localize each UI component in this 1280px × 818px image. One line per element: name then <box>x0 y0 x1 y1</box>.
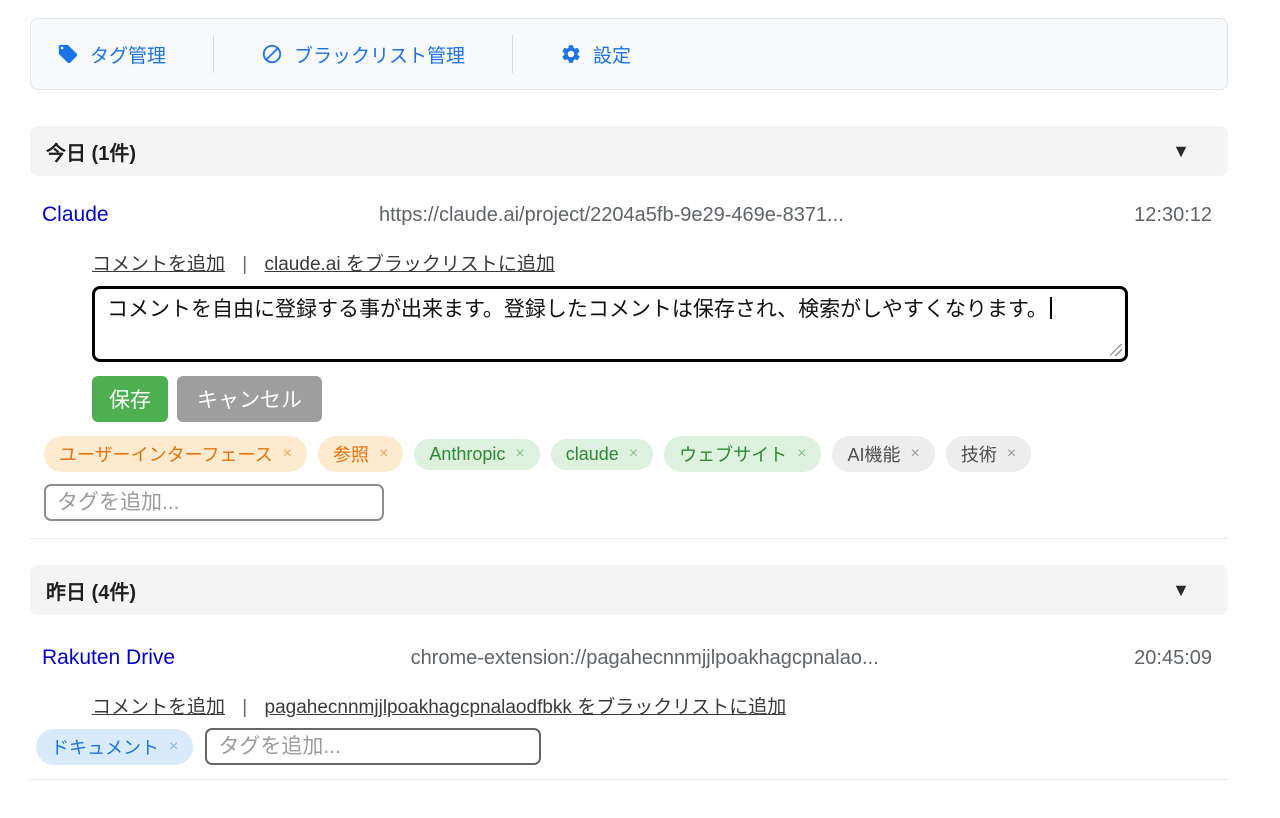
link-separator: | <box>242 697 247 718</box>
tag-label: Anthropic <box>429 444 505 465</box>
entry-time: 12:30:12 <box>1134 204 1212 227</box>
tag-label: AI機能 <box>847 441 900 467</box>
tag-label: ウェブサイト <box>679 441 787 467</box>
toolbar-item-tag-manage[interactable]: タグ管理 <box>57 41 166 68</box>
cancel-button[interactable]: キャンセル <box>177 376 322 422</box>
bottom-divider <box>30 779 1228 780</box>
history-entry-rakuten-drive: Rakuten Drive chrome-extension://pagahec… <box>30 646 1228 765</box>
entry-row: Rakuten Drive chrome-extension://pagahec… <box>42 646 1212 670</box>
tag-list: ドキュメント × <box>36 728 1228 765</box>
toolbar-divider <box>512 35 513 73</box>
comment-textarea[interactable]: コメントを自由に登録する事が出来ます。登録したコメントは保存され、検索がしやすく… <box>92 286 1128 362</box>
history-entry-claude: Claude https://claude.ai/project/2204a5f… <box>30 203 1228 521</box>
toolbar-tag-manage-label: タグ管理 <box>90 41 166 68</box>
section-header-yesterday[interactable]: 昨日 (4件) ▼ <box>30 565 1228 615</box>
add-tag-input[interactable] <box>205 728 541 765</box>
entry-actions: コメントを追加 | claude.ai をブラックリストに追加 <box>92 249 1228 276</box>
link-separator: | <box>242 254 247 275</box>
entry-title-link[interactable]: Claude <box>42 203 109 227</box>
entry-url: https://claude.ai/project/2204a5fb-9e29-… <box>109 204 1115 227</box>
gear-icon <box>560 43 582 65</box>
section-divider <box>30 538 1228 539</box>
comment-editor-buttons: 保存 キャンセル <box>92 376 1228 422</box>
toolbar: タグ管理 ブラックリスト管理 設定 <box>30 18 1228 90</box>
collapse-icon[interactable]: ▼ <box>1172 141 1190 162</box>
add-comment-link[interactable]: コメントを追加 <box>92 697 225 718</box>
tag-pill: ウェブサイト × <box>664 436 821 472</box>
add-tag-input[interactable] <box>44 484 384 521</box>
comment-text: コメントを自由に登録する事が出来ます。登録したコメントは保存され、検索がしやすく… <box>107 298 1048 321</box>
tag-list: ユーザーインターフェース × 参照 × Anthropic × claude × ウェブ… <box>44 436 1228 472</box>
tag-pill: 参照 × <box>318 436 403 472</box>
toolbar-divider <box>213 35 214 73</box>
tag-pill: claude × <box>551 439 653 470</box>
tag-remove-icon[interactable]: × <box>629 445 638 463</box>
section-title: 今日 (1件) <box>46 137 136 166</box>
tag-label: ドキュメント <box>51 734 159 760</box>
tag-pill: ドキュメント × <box>36 729 193 765</box>
tag-label: 参照 <box>333 441 369 467</box>
tag-icon <box>57 43 79 65</box>
tag-remove-icon[interactable]: × <box>911 445 920 463</box>
tag-remove-icon[interactable]: × <box>379 445 388 463</box>
add-to-blacklist-link[interactable]: claude.ai をブラックリストに追加 <box>265 254 555 275</box>
entry-actions: コメントを追加 | pagahecnnmjjlpoakhagcpnalaodfb… <box>92 692 1228 719</box>
tag-remove-icon[interactable]: × <box>283 445 292 463</box>
text-caret <box>1050 297 1052 319</box>
tag-pill: Anthropic × <box>414 439 539 470</box>
collapse-icon[interactable]: ▼ <box>1172 580 1190 601</box>
section-header-today[interactable]: 今日 (1件) ▼ <box>30 126 1228 176</box>
tag-remove-icon[interactable]: × <box>1007 445 1016 463</box>
tag-pill: AI機能 × <box>832 436 934 472</box>
entry-time: 20:45:09 <box>1134 647 1212 670</box>
tag-pill: ユーザーインターフェース × <box>44 436 307 472</box>
section-title: 昨日 (4件) <box>46 576 136 605</box>
entry-url: chrome-extension://pagahecnnmjjlpoakhagc… <box>175 647 1114 670</box>
tag-remove-icon[interactable]: × <box>169 738 178 756</box>
add-comment-link[interactable]: コメントを追加 <box>92 254 225 275</box>
save-button[interactable]: 保存 <box>92 376 168 422</box>
toolbar-item-blacklist-manage[interactable]: ブラックリスト管理 <box>261 41 465 68</box>
tag-pill: 技術 × <box>946 436 1031 472</box>
tag-label: ユーザーインターフェース <box>59 441 273 467</box>
tag-label: claude <box>566 444 619 465</box>
tag-remove-icon[interactable]: × <box>515 445 524 463</box>
toolbar-settings-label: 設定 <box>593 41 631 68</box>
block-icon <box>261 43 283 65</box>
tag-label: 技術 <box>961 441 997 467</box>
tag-remove-icon[interactable]: × <box>797 445 806 463</box>
toolbar-item-settings[interactable]: 設定 <box>560 41 631 68</box>
entry-title-link[interactable]: Rakuten Drive <box>42 646 175 670</box>
entry-row: Claude https://claude.ai/project/2204a5f… <box>42 203 1212 227</box>
toolbar-blacklist-manage-label: ブラックリスト管理 <box>294 41 465 68</box>
page: タグ管理 ブラックリスト管理 設定 今日 (1件) ▼ Claude https… <box>30 18 1228 780</box>
add-to-blacklist-link[interactable]: pagahecnnmjjlpoakhagcpnalaodfbkk をブラックリス… <box>265 697 787 718</box>
